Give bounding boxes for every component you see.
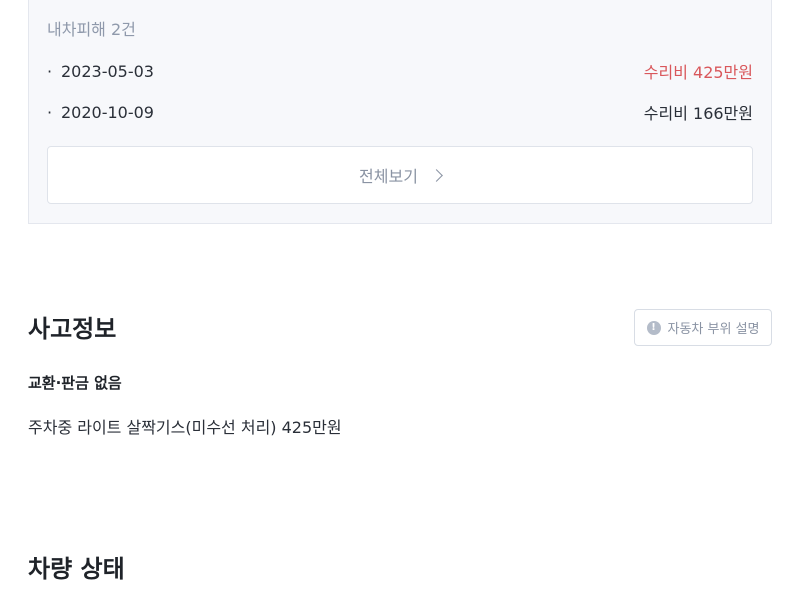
info-icon: ! — [646, 320, 661, 335]
damage-date-text: 2023-05-03 — [61, 61, 154, 81]
bullet: · — [47, 61, 53, 81]
damage-date-text: 2020-10-09 — [61, 102, 154, 122]
repair-cost: 수리비 166만원 — [643, 104, 753, 123]
damage-row: · 2020-10-09 수리비 166만원 — [47, 100, 753, 124]
damage-count-label: 내차피해 2건 — [47, 20, 136, 39]
accident-subheading: 교환·판금 없음 — [28, 374, 122, 392]
car-parts-help-label: 자동차 부위 설명 — [667, 322, 760, 337]
damage-date: · 2023-05-03 — [47, 62, 154, 81]
damage-history-card: 내차피해 2건 · 2023-05-03 수리비 425만원 · 2020-10-0… — [28, 0, 772, 224]
view-all-label: 전체보기 — [359, 167, 418, 186]
damage-row: · 2023-05-03 수리비 425만원 — [47, 59, 753, 83]
view-all-button[interactable]: 전체보기 — [47, 146, 753, 204]
accident-description: 주차중 라이트 살짝기스(미수선 처리) 425만원 — [28, 418, 342, 437]
damage-date: · 2020-10-09 — [47, 103, 154, 122]
car-parts-help-button[interactable]: ! 자동차 부위 설명 — [634, 309, 772, 346]
section-title-accident-info: 사고정보 — [28, 315, 117, 343]
repair-cost: 수리비 425만원 — [643, 63, 753, 82]
chevron-right-icon — [430, 168, 443, 182]
section-title-vehicle-condition: 차량 상태 — [28, 555, 125, 583]
bullet: · — [47, 102, 53, 122]
